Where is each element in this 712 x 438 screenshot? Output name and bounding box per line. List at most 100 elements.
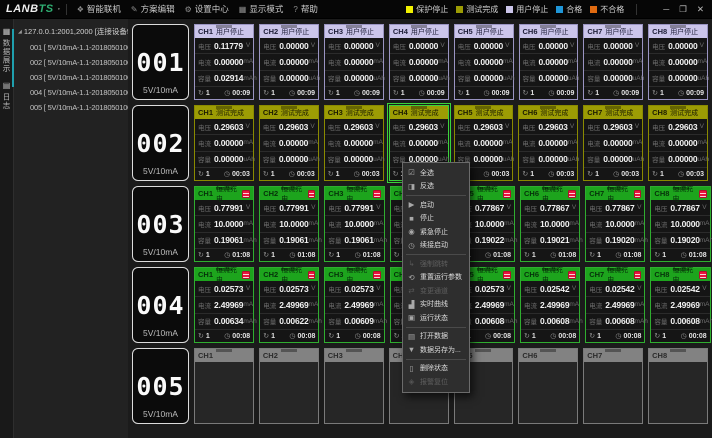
channel-card-header[interactable]: CH7 恒流充电 bbox=[586, 268, 644, 281]
channel-card-header[interactable]: CH8 恒流充电 bbox=[651, 268, 709, 281]
tree-item-device-3[interactable]: 003 [ 5V/10mA-1.1-20180501003 ] bbox=[14, 70, 128, 85]
device-tile[interactable]: 003 5V/10mA bbox=[132, 186, 189, 262]
device-tile[interactable]: 005 5V/10mA bbox=[132, 348, 189, 424]
channel-card[interactable]: CH2 ↻ ◷ bbox=[259, 348, 319, 424]
channel-card-header[interactable]: CH6 恒流充电 bbox=[521, 187, 579, 200]
channel-card[interactable]: CH5 用户停止 电压 0.00000 V 电流 0.00000 mA 容量 0… bbox=[454, 24, 514, 100]
channel-card[interactable]: CH1 ↻ ◷ bbox=[194, 348, 254, 424]
channel-card[interactable]: CH1 恒流充电 电压 0.77991 V 电流 10.0000 mA 容量 0… bbox=[194, 186, 254, 262]
channel-card-header[interactable]: CH1 恒流充电 bbox=[195, 268, 253, 281]
channel-card[interactable]: CH4 用户停止 电压 0.00000 V 电流 0.00000 mA 容量 0… bbox=[389, 24, 449, 100]
channel-card[interactable]: CH3 恒流充电 电压 0.77991 V 电流 10.0000 mA 容量 0… bbox=[324, 186, 384, 262]
channel-card-header[interactable]: CH1 用户停止 bbox=[195, 25, 253, 38]
channel-card-header[interactable]: CH8 测试完成 bbox=[649, 106, 707, 119]
context-menu-item-stop[interactable]: ■停止 bbox=[403, 212, 469, 226]
channel-card-header[interactable]: CH1 测试完成 bbox=[195, 106, 253, 119]
context-menu-item-realtime-curve[interactable]: ▟实时曲线 bbox=[403, 298, 469, 312]
context-menu-item-emergency-stop[interactable]: ◉紧急停止 bbox=[403, 225, 469, 239]
tree-item-device-5[interactable]: 005 [ 5V/10mA-1.1-20180501005 ] bbox=[14, 100, 128, 115]
maximize-button[interactable]: ❐ bbox=[679, 4, 687, 15]
channel-card[interactable]: CH1 恒流充电 电压 0.02573 V 电流 2.49969 mA 容量 0… bbox=[194, 267, 254, 343]
context-menu-item-resume-start[interactable]: ◷续接启动 bbox=[403, 239, 469, 253]
channel-card[interactable]: CH8 ↻ ◷ bbox=[648, 348, 708, 424]
channel-card-header[interactable]: CH1 bbox=[195, 349, 253, 362]
channel-card[interactable]: CH2 测试完成 电压 0.29603 V 电流 0.00000 mA 容量 0… bbox=[259, 105, 319, 181]
device-tile[interactable]: 001 5V/10mA bbox=[132, 24, 189, 100]
channel-card-header[interactable]: CH3 恒流充电 bbox=[325, 268, 383, 281]
channel-card-header[interactable]: CH1 恒流充电 bbox=[195, 187, 253, 200]
channel-card[interactable]: CH1 用户停止 电压 0.11779 V 电流 0.00000 mA 容量 0… bbox=[194, 24, 254, 100]
channel-card[interactable]: CH3 恒流充电 电压 0.02573 V 电流 2.49969 mA 容量 0… bbox=[324, 267, 384, 343]
channel-card-header[interactable]: CH6 恒流充电 bbox=[521, 268, 579, 281]
channel-card-header[interactable]: CH8 用户停止 bbox=[649, 25, 707, 38]
tree-root-node[interactable]: ◢ 127.0.0.1:2001,2000 [连接设备5 台] bbox=[14, 19, 128, 40]
close-button[interactable]: ✕ bbox=[697, 4, 704, 15]
channel-card-header[interactable]: CH6 测试完成 bbox=[519, 106, 577, 119]
channel-card-header[interactable]: CH5 测试完成 bbox=[455, 106, 513, 119]
tree-item-device-1[interactable]: 001 [ 5V/10mA-1.1-20180501001 ] bbox=[14, 40, 128, 55]
channel-card[interactable]: CH7 恒流充电 电压 0.77867 V 电流 10.0000 mA 容量 0… bbox=[585, 186, 645, 262]
channel-card-header[interactable]: CH4 用户停止 bbox=[390, 25, 448, 38]
channel-card-header[interactable]: CH3 bbox=[325, 349, 383, 362]
channel-card-header[interactable]: CH2 恒流充电 bbox=[260, 187, 318, 200]
channel-card-header[interactable]: CH8 恒流充电 bbox=[651, 187, 709, 200]
channel-card-header[interactable]: CH2 用户停止 bbox=[260, 25, 318, 38]
channel-card[interactable]: CH2 恒流充电 电压 0.77991 V 电流 10.0000 mA 容量 0… bbox=[259, 186, 319, 262]
channel-card[interactable]: CH7 用户停止 电压 0.00000 V 电流 0.00000 mA 容量 0… bbox=[583, 24, 643, 100]
channel-card[interactable]: CH6 用户停止 电压 0.00000 V 电流 0.00000 mA 容量 0… bbox=[519, 24, 579, 100]
channel-card[interactable]: CH6 恒流充电 电压 0.02542 V 电流 2.49969 mA 容量 0… bbox=[520, 267, 580, 343]
channel-card[interactable]: CH8 恒流充电 电压 0.02542 V 电流 2.49969 mA 容量 0… bbox=[650, 267, 710, 343]
channel-card-header[interactable]: CH2 bbox=[260, 349, 318, 362]
menu-item-设置中心[interactable]: ⚙设置中心 bbox=[180, 0, 234, 18]
channel-card[interactable]: CH7 测试完成 电压 0.29603 V 电流 0.00000 mA 容量 0… bbox=[583, 105, 643, 181]
voltage-row: 电压 0.29603 V bbox=[649, 119, 707, 135]
context-menu-item-start[interactable]: ▶启动 bbox=[403, 198, 469, 212]
context-menu-item-delete-status[interactable]: ▯删除状态 bbox=[403, 362, 469, 376]
tree-item-device-2[interactable]: 002 [ 5V/10mA-1.1-20180501002 ] bbox=[14, 55, 128, 70]
channel-card-header[interactable]: CH7 用户停止 bbox=[584, 25, 642, 38]
minimize-button[interactable]: ─ bbox=[663, 4, 669, 14]
channel-card[interactable]: CH8 测试完成 电压 0.29603 V 电流 0.00000 mA 容量 0… bbox=[648, 105, 708, 181]
channel-card[interactable]: CH8 恒流充电 电压 0.77867 V 电流 10.0000 mA 容量 0… bbox=[650, 186, 710, 262]
channel-card-header[interactable]: CH3 用户停止 bbox=[325, 25, 383, 38]
channel-card[interactable]: CH2 用户停止 电压 0.00000 V 电流 0.00000 mA 容量 0… bbox=[259, 24, 319, 100]
channel-card-header[interactable]: CH6 bbox=[519, 349, 577, 362]
channel-card-header[interactable]: CH7 bbox=[584, 349, 642, 362]
channel-card-header[interactable]: CH6 用户停止 bbox=[520, 25, 578, 38]
channel-card-header[interactable]: CH3 恒流充电 bbox=[325, 187, 383, 200]
channel-card[interactable]: CH8 用户停止 电压 0.00000 V 电流 0.00000 mA 容量 0… bbox=[648, 24, 708, 100]
context-menu-item-open-data[interactable]: ▤打开数据 bbox=[403, 330, 469, 344]
menu-item-显示模式[interactable]: ▦显示模式 bbox=[234, 0, 289, 18]
menu-item-智能联机[interactable]: ❖智能联机 bbox=[72, 0, 126, 18]
channel-card[interactable]: CH3 用户停止 电压 0.00000 V 电流 0.00000 mA 容量 0… bbox=[324, 24, 384, 100]
channel-card-header[interactable]: CH5 用户停止 bbox=[455, 25, 513, 38]
voltage-value: 0.02542 bbox=[537, 284, 572, 294]
menu-item-方案编辑[interactable]: ✎方案编辑 bbox=[126, 0, 180, 18]
context-menu-item-select-all[interactable]: ☑全选 bbox=[403, 166, 469, 180]
channel-card-header[interactable]: CH3 测试完成 bbox=[325, 106, 383, 119]
channel-card-header[interactable]: CH4 测试完成 bbox=[390, 106, 448, 119]
device-tile[interactable]: 002 5V/10mA bbox=[132, 105, 189, 181]
channel-card-header[interactable]: CH2 测试完成 bbox=[260, 106, 318, 119]
context-menu-item-save-data-as[interactable]: ▼数据另存为... bbox=[403, 343, 469, 357]
channel-card-header[interactable]: CH7 恒流充电 bbox=[586, 187, 644, 200]
tree-item-device-4[interactable]: 004 [ 5V/10mA-1.1-20180501004 ] bbox=[14, 85, 128, 100]
channel-card[interactable]: CH7 恒流充电 电压 0.02542 V 电流 2.49969 mA 容量 0… bbox=[585, 267, 645, 343]
channel-card[interactable]: CH2 恒流充电 电压 0.02573 V 电流 2.49969 mA 容量 0… bbox=[259, 267, 319, 343]
channel-card-header[interactable]: CH8 bbox=[649, 349, 707, 362]
device-tile[interactable]: 004 5V/10mA bbox=[132, 267, 189, 343]
channel-card[interactable]: CH6 恒流充电 电压 0.77867 V 电流 10.0000 mA 容量 0… bbox=[520, 186, 580, 262]
channel-card-header[interactable]: CH7 测试完成 bbox=[584, 106, 642, 119]
channel-card[interactable]: CH3 ↻ ◷ bbox=[324, 348, 384, 424]
context-menu-item-reset-run-params[interactable]: ⟲重置运行参数 bbox=[403, 271, 469, 285]
context-menu-item-run-status[interactable]: ▣运行状态 bbox=[403, 311, 469, 325]
channel-card[interactable]: CH1 测试完成 电压 0.29603 V 电流 0.00000 mA 容量 0… bbox=[194, 105, 254, 181]
channel-card[interactable]: CH7 ↻ ◷ bbox=[583, 348, 643, 424]
channel-card[interactable]: CH6 测试完成 电压 0.29603 V 电流 0.00000 mA 容量 0… bbox=[518, 105, 578, 181]
channel-card-header[interactable]: CH2 恒流充电 bbox=[260, 268, 318, 281]
channel-card[interactable]: CH3 测试完成 电压 0.29603 V 电流 0.00000 mA 容量 0… bbox=[324, 105, 384, 181]
context-menu-item-invert-selection[interactable]: ◨反选 bbox=[403, 180, 469, 194]
channel-card[interactable]: CH6 ↻ ◷ bbox=[518, 348, 578, 424]
tree-expand-icon[interactable]: ◢ bbox=[18, 29, 22, 35]
menu-item-帮助[interactable]: ?帮助 bbox=[288, 0, 322, 18]
